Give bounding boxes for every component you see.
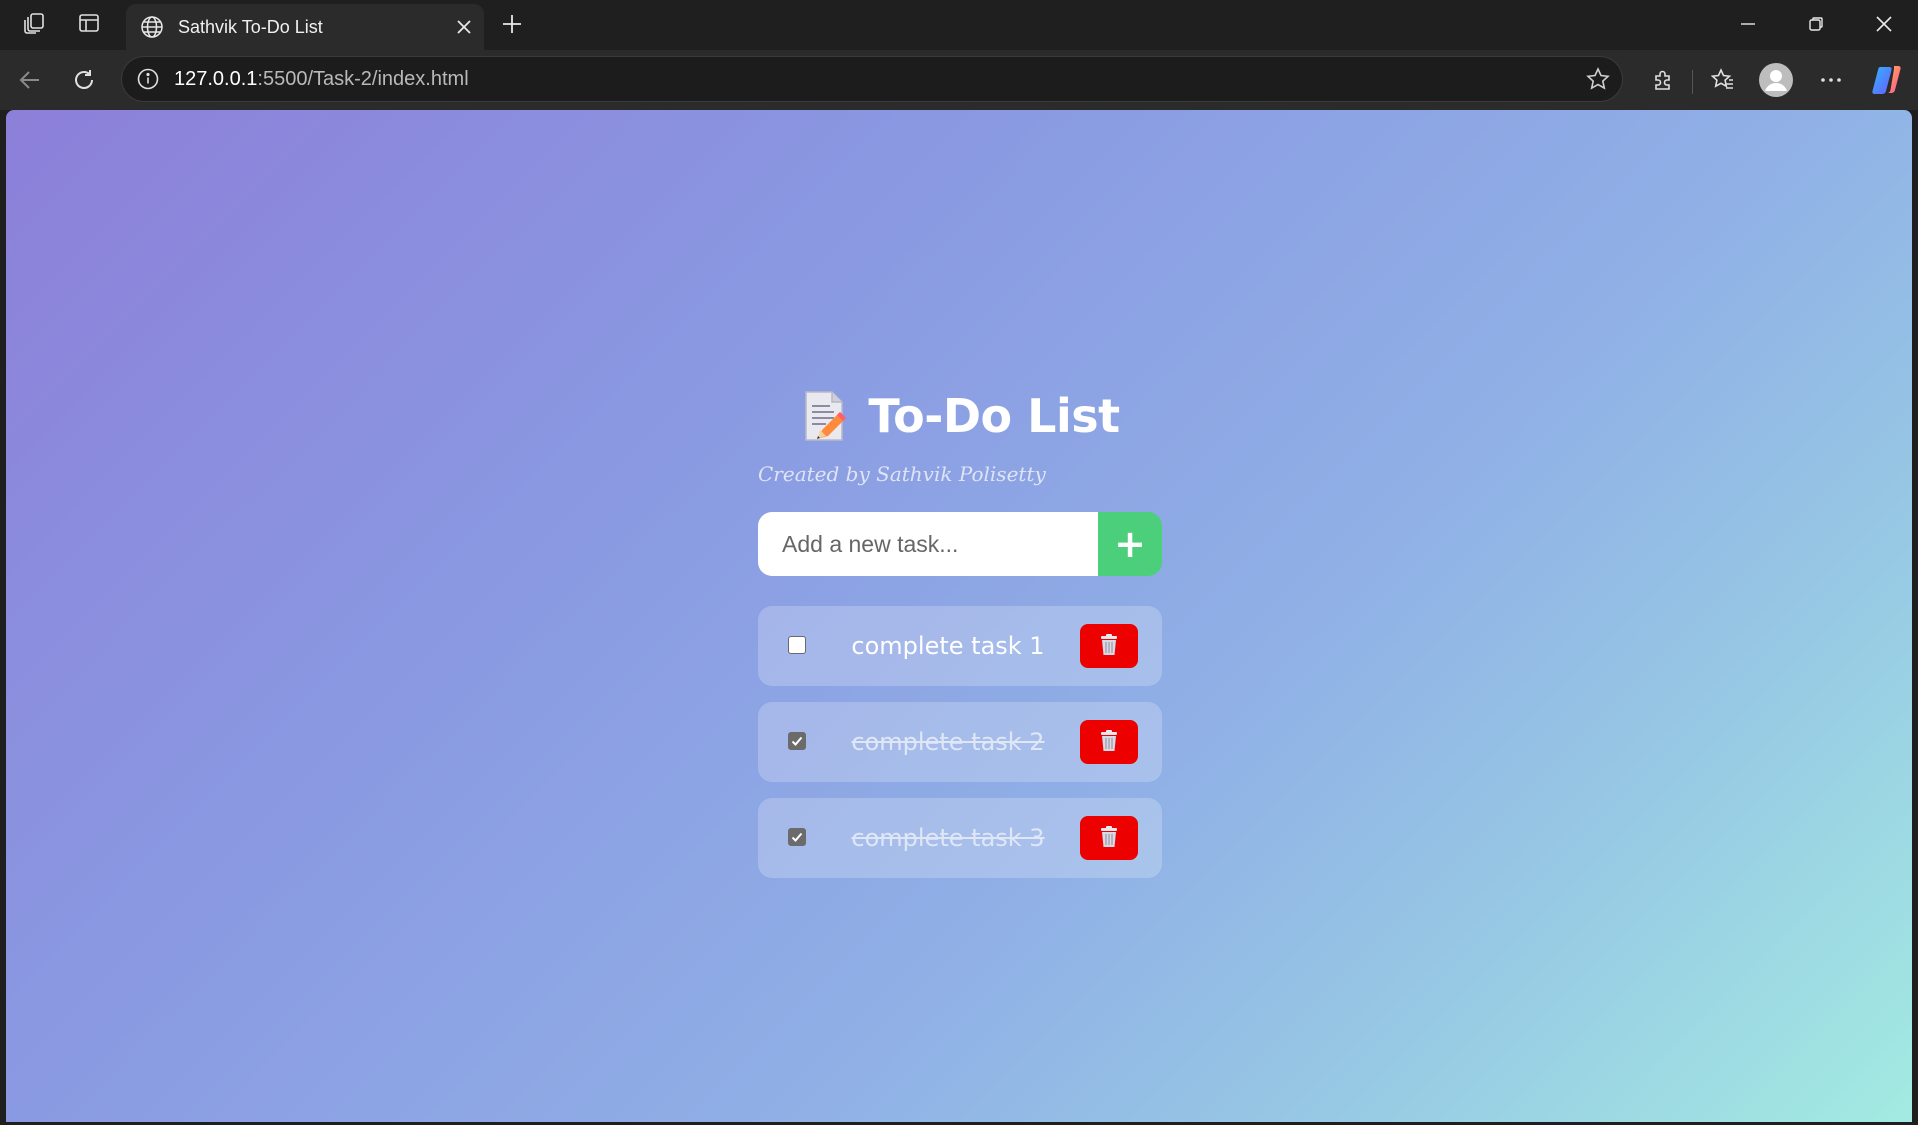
check-icon <box>791 832 803 842</box>
task-checkbox[interactable] <box>788 828 806 846</box>
check-icon <box>791 736 803 746</box>
close-icon[interactable] <box>444 7 484 47</box>
delete-task-button[interactable] <box>1080 720 1138 764</box>
task-item: complete task 1 <box>758 606 1162 686</box>
globe-icon <box>138 13 166 41</box>
task-item: complete task 3 <box>758 798 1162 878</box>
new-tab-icon[interactable] <box>492 4 532 44</box>
url-text[interactable]: 127.0.0.1:5500/Task-2/index.html <box>174 68 1574 91</box>
copilot-icon[interactable] <box>1864 58 1910 102</box>
back-icon[interactable] <box>8 58 52 102</box>
trash-icon <box>1098 729 1120 756</box>
memo-icon <box>800 390 848 442</box>
url-path: :5500/Task-2/index.html <box>257 67 469 90</box>
tab-title: Sathvik To-Do List <box>178 16 323 37</box>
minimize-icon[interactable] <box>1714 0 1782 48</box>
info-icon[interactable] <box>126 57 170 101</box>
trash-icon <box>1098 633 1120 660</box>
task-list: complete task 1 complete task 2 complete… <box>758 606 1162 878</box>
delete-task-button[interactable] <box>1080 816 1138 860</box>
page-header: To-Do List <box>758 384 1162 448</box>
workspaces-icon[interactable] <box>12 0 58 46</box>
author-subtitle: Created by Sathvik Polisetty <box>758 462 1046 486</box>
task-checkbox[interactable] <box>788 636 806 654</box>
add-task-form: + <box>758 512 1162 576</box>
tab-actions-icon[interactable] <box>66 0 112 46</box>
task-input[interactable] <box>758 512 1098 576</box>
task-item: complete task 2 <box>758 702 1162 782</box>
address-bar[interactable]: 127.0.0.1:5500/Task-2/index.html <box>121 56 1623 102</box>
page-title: To-Do List <box>868 389 1120 443</box>
more-icon[interactable] <box>1808 58 1854 102</box>
add-task-button[interactable]: + <box>1098 512 1162 576</box>
window-close-icon[interactable] <box>1850 0 1918 48</box>
favorites-icon[interactable] <box>1700 58 1746 102</box>
favorite-star-icon[interactable] <box>1574 57 1622 101</box>
browser-toolbar: 127.0.0.1:5500/Task-2/index.html <box>0 50 1918 110</box>
page-viewport: To-Do List Created by Sathvik Polisetty … <box>6 110 1912 1122</box>
delete-task-button[interactable] <box>1080 624 1138 668</box>
extensions-icon[interactable] <box>1640 58 1686 102</box>
url-host: 127.0.0.1 <box>174 67 258 90</box>
task-text: complete task 2 <box>851 728 1045 756</box>
task-text: complete task 1 <box>851 632 1045 660</box>
todo-app: To-Do List Created by Sathvik Polisetty … <box>758 374 1162 894</box>
title-bar: Sathvik To-Do List <box>0 0 1918 50</box>
browser-tab[interactable]: Sathvik To-Do List <box>126 4 484 50</box>
profile-icon[interactable] <box>1753 58 1799 102</box>
trash-icon <box>1098 825 1120 852</box>
refresh-icon[interactable] <box>62 58 106 102</box>
task-checkbox[interactable] <box>788 732 806 750</box>
task-text: complete task 3 <box>851 824 1045 852</box>
restore-icon[interactable] <box>1782 0 1850 48</box>
toolbar-separator <box>1692 70 1693 94</box>
